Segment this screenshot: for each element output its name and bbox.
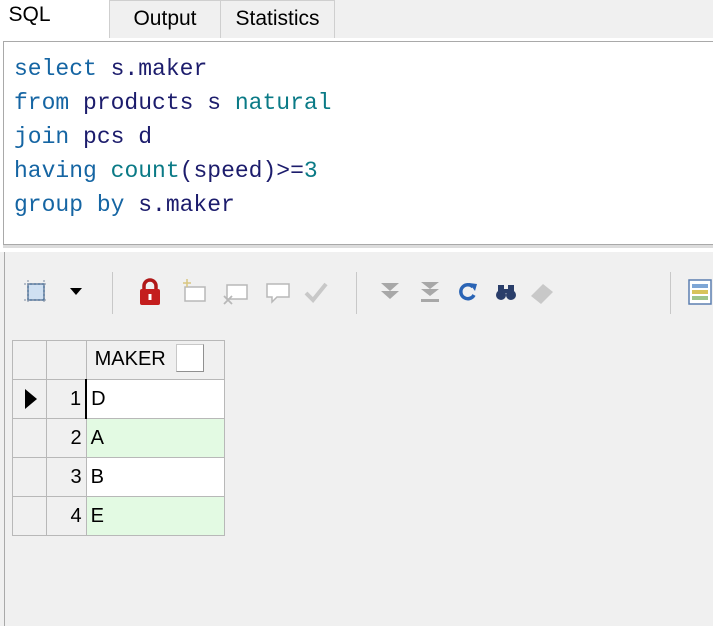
code-token: s.maker <box>124 192 235 218</box>
cell-maker[interactable]: A <box>85 418 226 458</box>
fetch-next-icon[interactable] <box>374 276 406 308</box>
toolbar-separator <box>670 272 671 314</box>
row-indicator[interactable] <box>12 496 47 536</box>
grid-header-row: MAKER <box>12 340 226 380</box>
code-token: products s <box>69 90 235 116</box>
dropdown-arrow-icon[interactable] <box>66 276 86 308</box>
result-grid: MAKER 1D2A3B4E <box>12 340 226 536</box>
post-edit-icon[interactable] <box>262 276 294 308</box>
clear-icon[interactable] <box>526 276 558 308</box>
fetch-last-icon[interactable] <box>414 276 446 308</box>
tab-output[interactable]: Output <box>109 0 221 38</box>
cell-maker[interactable]: E <box>85 496 226 536</box>
column-filter-button[interactable] <box>175 344 204 372</box>
code-token: 3 <box>303 158 318 184</box>
column-header-maker[interactable]: MAKER <box>85 340 226 380</box>
table-row[interactable]: 1D <box>12 379 226 419</box>
code-token: >= <box>276 158 304 184</box>
row-number: 2 <box>45 418 87 458</box>
find-icon[interactable] <box>490 276 522 308</box>
row-number: 3 <box>45 457 87 497</box>
code-line[interactable]: having count(speed)>=3 <box>14 154 331 188</box>
sql-editor[interactable]: select s.maker from products s natural joi… <box>3 41 713 245</box>
tab-sql[interactable]: SQL <box>0 0 109 38</box>
code-token: natural <box>234 90 332 116</box>
table-row[interactable]: 3B <box>12 457 226 497</box>
code-token: pcs d <box>69 124 153 150</box>
grid-row-number-header <box>45 340 87 380</box>
row-indicator[interactable] <box>12 379 47 419</box>
column-header-label: MAKER <box>94 348 166 371</box>
grid-options-icon[interactable] <box>20 276 52 308</box>
row-number: 1 <box>45 379 87 419</box>
refresh-icon[interactable] <box>452 276 484 308</box>
cell-maker[interactable]: B <box>85 457 226 497</box>
code-line[interactable]: select s.maker <box>14 52 331 86</box>
row-number: 4 <box>45 496 87 536</box>
sql-code[interactable]: select s.maker from products s natural joi… <box>14 52 331 222</box>
row-indicator[interactable] <box>12 418 47 458</box>
row-indicator[interactable] <box>12 457 47 497</box>
lock-icon[interactable] <box>134 276 166 308</box>
current-row-pointer-icon <box>25 389 37 409</box>
confirm-edit-icon[interactable] <box>300 276 332 308</box>
code-token: join <box>14 124 70 150</box>
tab-bar: SQL Output Statistics <box>0 0 713 38</box>
code-token: select <box>14 56 97 82</box>
export-icon[interactable] <box>684 276 713 308</box>
table-row[interactable]: 4E <box>12 496 226 536</box>
toolbar-separator <box>112 272 113 314</box>
insert-record-icon[interactable] <box>178 276 210 308</box>
code-token: s.maker <box>96 56 208 82</box>
grid-toolbar <box>0 262 713 322</box>
code-token: group by <box>14 192 125 218</box>
delete-record-icon[interactable] <box>220 276 252 308</box>
code-token: (speed) <box>179 158 277 184</box>
code-token: having <box>14 158 97 184</box>
code-line[interactable]: join pcs d <box>14 120 331 154</box>
code-token: from <box>14 90 70 116</box>
code-line[interactable]: from products s natural <box>14 86 331 120</box>
grid-corner <box>12 340 47 380</box>
cell-maker[interactable]: D <box>85 379 226 419</box>
toolbar-separator <box>356 272 357 314</box>
code-line[interactable]: group by s.maker <box>14 188 331 222</box>
editor-splitter[interactable] <box>3 245 713 248</box>
table-row[interactable]: 2A <box>12 418 226 458</box>
tab-statistics[interactable]: Statistics <box>221 0 335 38</box>
code-token: count <box>110 158 180 184</box>
